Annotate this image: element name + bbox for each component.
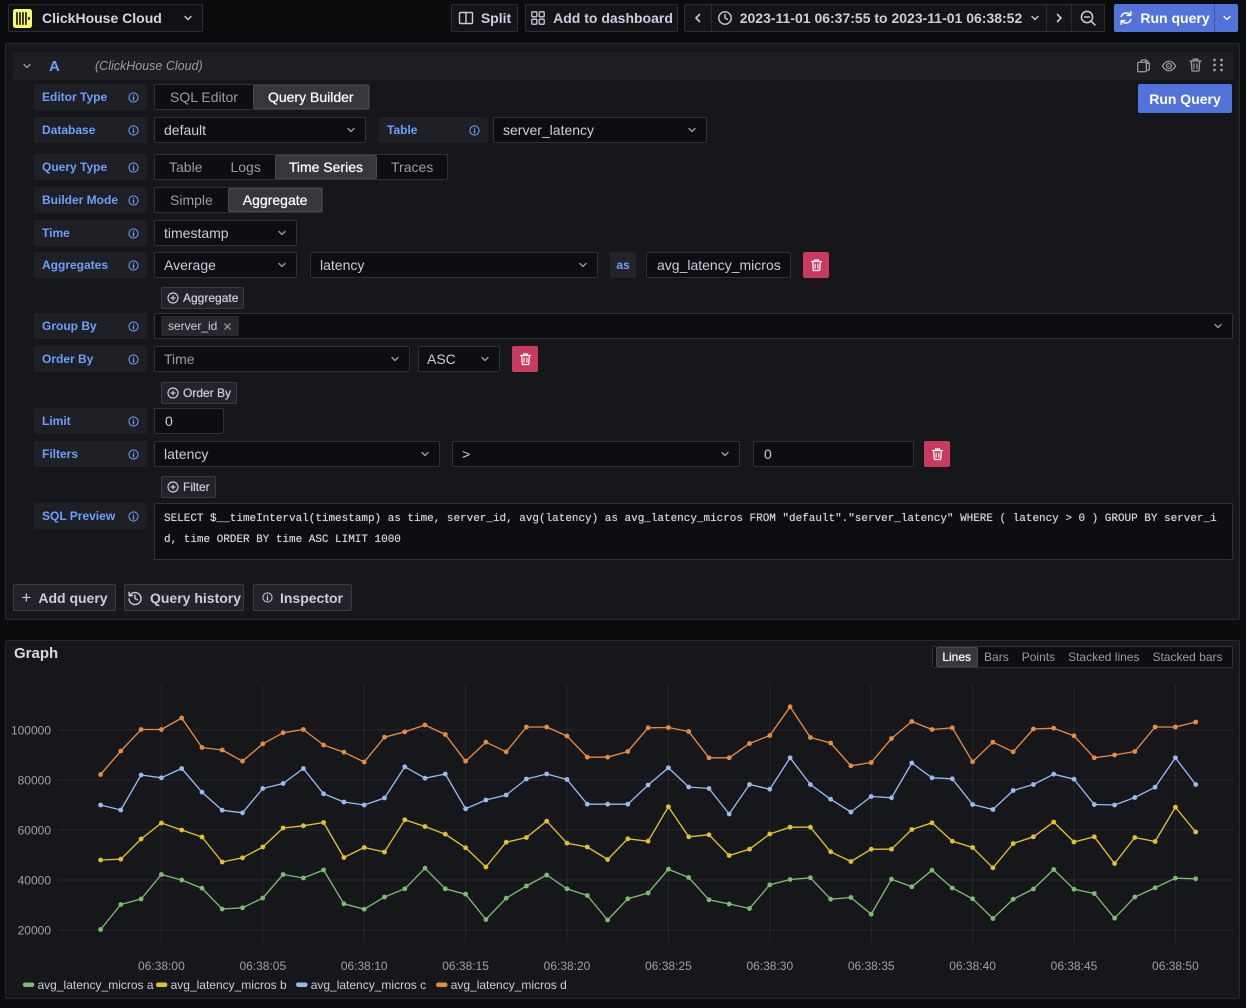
svg-text:06:38:10: 06:38:10 xyxy=(341,959,388,973)
svg-text:06:38:50: 06:38:50 xyxy=(1152,959,1199,973)
svg-text:40000: 40000 xyxy=(18,874,52,888)
svg-text:06:38:05: 06:38:05 xyxy=(239,959,286,973)
svg-text:80000: 80000 xyxy=(18,774,52,788)
svg-text:06:38:00: 06:38:00 xyxy=(138,959,185,973)
svg-text:06:38:15: 06:38:15 xyxy=(442,959,489,973)
svg-text:06:38:20: 06:38:20 xyxy=(544,959,591,973)
svg-text:06:38:30: 06:38:30 xyxy=(746,959,793,973)
svg-text:60000: 60000 xyxy=(18,824,52,838)
svg-text:avg_latency_micros d: avg_latency_micros d xyxy=(451,978,567,992)
svg-text:06:38:35: 06:38:35 xyxy=(848,959,895,973)
svg-text:06:38:25: 06:38:25 xyxy=(645,959,692,973)
svg-text:06:38:45: 06:38:45 xyxy=(1051,959,1098,973)
svg-text:06:38:40: 06:38:40 xyxy=(949,959,996,973)
svg-text:20000: 20000 xyxy=(18,924,52,938)
svg-text:avg_latency_micros a: avg_latency_micros a xyxy=(38,978,154,992)
svg-text:avg_latency_micros b: avg_latency_micros b xyxy=(171,978,287,992)
svg-text:100000: 100000 xyxy=(11,724,51,738)
svg-text:avg_latency_micros c: avg_latency_micros c xyxy=(311,978,426,992)
